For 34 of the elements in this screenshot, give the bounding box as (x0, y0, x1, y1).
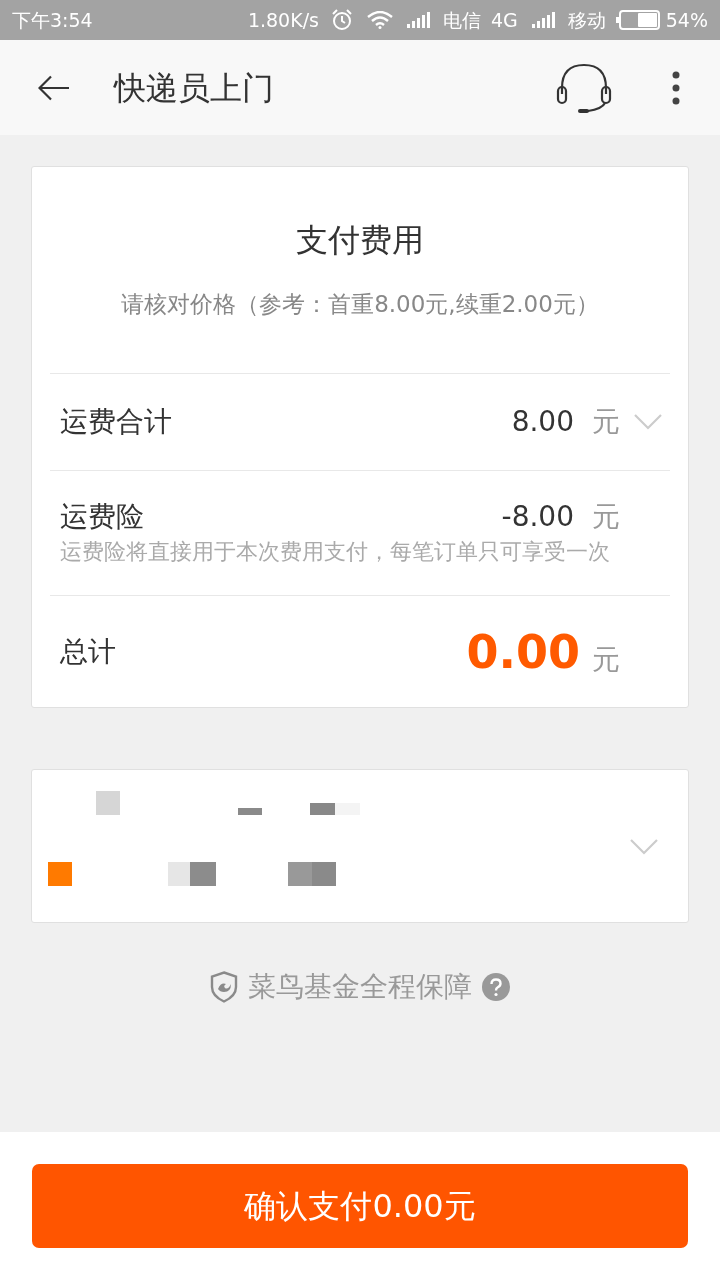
currency-unit: 元 (592, 499, 620, 535)
carrier-name: 移动 (567, 7, 606, 33)
headset-icon[interactable] (556, 61, 612, 114)
carrier-name: 电信 (442, 7, 481, 33)
amount: -8.00 (501, 499, 574, 535)
network-speed: 1.80K/s (247, 7, 319, 33)
chevron-down-icon[interactable] (630, 838, 658, 855)
status-time: 下午3:54 (12, 7, 93, 33)
currency-unit: 元 (592, 641, 620, 678)
card-title: 支付费用 (295, 220, 425, 261)
page-title: 快递员上门 (114, 67, 274, 108)
alarm-clock-icon (330, 9, 353, 31)
row-label: 总计 (60, 633, 116, 670)
currency-unit: 元 (592, 404, 620, 440)
battery-percent: 54% (665, 7, 708, 33)
battery-icon (615, 10, 660, 30)
row-note: 运费险将直接用于本次费用支付，每笔订单只可享受一次 (60, 538, 611, 566)
chevron-down-icon[interactable] (634, 414, 662, 430)
back-arrow-icon[interactable] (38, 74, 70, 101)
signal-icon (531, 12, 556, 28)
row-label: 运费合计 (60, 404, 172, 440)
row-label: 运费险 (60, 499, 144, 535)
total-amount: 0.00 (466, 625, 580, 678)
address-card[interactable] (31, 769, 689, 923)
network-type: 4G (490, 7, 518, 33)
signal-icon (406, 12, 431, 28)
price-hint: 请核对价格（参考：首重8.00元,续重2.00元） (120, 290, 600, 319)
confirm-payment-button[interactable]: 确认支付0.00元 (32, 1164, 688, 1248)
guarantee-text: 菜鸟基金全程保障 (248, 969, 472, 1005)
wifi-icon (366, 11, 393, 29)
help-icon[interactable] (482, 973, 510, 1001)
amount: 8.00 (511, 404, 574, 440)
more-options-icon[interactable] (672, 70, 680, 105)
shield-icon (210, 971, 238, 1003)
